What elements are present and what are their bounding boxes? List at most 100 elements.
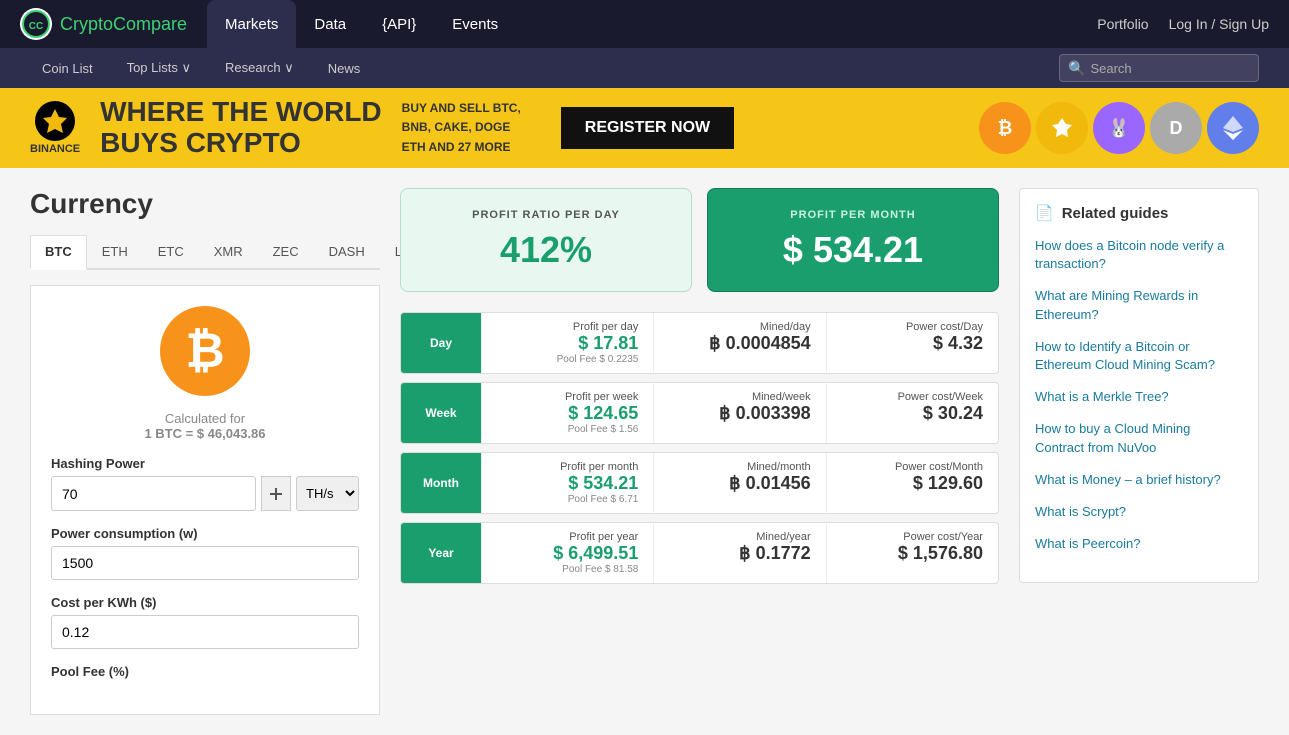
table-row: Day Profit per day $ 17.81 Pool Fee $ 0.… (400, 312, 999, 374)
logo-text: CryptoCompare (60, 14, 187, 35)
banner-sub-text: BUY AND SELL BTC,BNB, CAKE, DOGEETH AND … (402, 99, 521, 157)
eth-coin-icon (1207, 102, 1259, 154)
search-box[interactable]: 🔍 (1059, 54, 1259, 82)
nav-data[interactable]: Data (296, 0, 364, 48)
banner-headline-text: WHERE THE WORLD BUYS CRYPTO (100, 97, 382, 159)
login-signup-link[interactable]: Log In / Sign Up (1169, 16, 1269, 32)
sub-nav-research[interactable]: Research ∨ (213, 48, 306, 88)
center-panel: PROFIT RATIO PER DAY 412% PROFIT PER MON… (400, 188, 999, 715)
guides-container: How does a Bitcoin node verify a transac… (1035, 237, 1243, 553)
related-guides-title: 📄 Related guides (1035, 204, 1243, 222)
main-content: Currency BTC ETH ETC XMR ZEC DASH LTC ₿ … (0, 168, 1289, 735)
row-mined-cell: Mined/week ฿ 0.003398 (653, 383, 825, 443)
logo[interactable]: CC CryptoCompare (20, 8, 187, 40)
sub-nav-news[interactable]: News (316, 48, 373, 88)
row-power-cell: Power cost/Year $ 1,576.80 (826, 523, 998, 583)
row-period-label: Day (401, 313, 481, 373)
nav-markets[interactable]: Markets (207, 0, 296, 48)
tab-zec[interactable]: ZEC (258, 235, 314, 268)
cost-per-kwh-input[interactable] (51, 615, 359, 649)
row-mined-cell: Mined/day ฿ 0.0004854 (653, 313, 825, 373)
profit-month-value: $ 534.21 (728, 229, 978, 271)
nav-api[interactable]: {API} (364, 0, 434, 48)
power-consumption-label: Power consumption (w) (51, 526, 359, 541)
portfolio-link[interactable]: Portfolio (1097, 16, 1148, 32)
row-mined-cell: Mined/month ฿ 0.01456 (653, 453, 825, 513)
row-profit-cell: Profit per year $ 6,499.51 Pool Fee $ 81… (481, 523, 653, 583)
tab-btc[interactable]: BTC (30, 235, 87, 270)
tab-dash[interactable]: DASH (314, 235, 380, 268)
hashing-power-input[interactable] (51, 476, 256, 511)
nav-events[interactable]: Events (434, 0, 516, 48)
svg-text:CC: CC (29, 21, 43, 32)
guide-link[interactable]: How does a Bitcoin node verify a transac… (1035, 237, 1243, 273)
btc-icon-large: ₿ (160, 306, 250, 396)
profit-month-label: PROFIT PER MONTH (728, 209, 978, 221)
hashing-unit-select[interactable]: TH/s GH/s MH/s (296, 476, 359, 511)
row-period-label: Week (401, 383, 481, 443)
banner: BINANCE WHERE THE WORLD BUYS CRYPTO BUY … (0, 88, 1289, 168)
calc-rate: Calculated for 1 BTC = $ 46,043.86 (51, 411, 359, 441)
guide-link[interactable]: What is a Merkle Tree? (1035, 388, 1243, 406)
row-power-cell: Power cost/Week $ 30.24 (826, 383, 998, 443)
guide-link[interactable]: What is Money – a brief history? (1035, 471, 1243, 489)
register-now-button[interactable]: REGISTER NOW (561, 107, 734, 149)
table-row: Month Profit per month $ 534.21 Pool Fee… (400, 452, 999, 514)
row-period-label: Year (401, 523, 481, 583)
cost-per-kwh-label: Cost per KWh ($) (51, 595, 359, 610)
rabbit-coin-icon: 🐰 (1093, 102, 1145, 154)
binance-logo-icon (35, 101, 75, 141)
top-navigation: CC CryptoCompare Markets Data {API} Even… (0, 0, 1289, 48)
tab-xmr[interactable]: XMR (199, 235, 258, 268)
row-profit-cell: Profit per month $ 534.21 Pool Fee $ 6.7… (481, 453, 653, 513)
btc-coin-icon: ₿ (979, 102, 1031, 154)
guide-link[interactable]: What are Mining Rewards in Ethereum? (1035, 287, 1243, 323)
banner-headline: WHERE THE WORLD BUYS CRYPTO (100, 97, 382, 159)
banner-coins: ₿ 🐰 D (979, 102, 1259, 154)
related-guides: 📄 Related guides How does a Bitcoin node… (1019, 188, 1259, 583)
row-power-cell: Power cost/Month $ 129.60 (826, 453, 998, 513)
bnb-coin-icon (1036, 102, 1088, 154)
guide-link[interactable]: How to Identify a Bitcoin or Ethereum Cl… (1035, 338, 1243, 374)
profit-ratio-day-box: PROFIT RATIO PER DAY 412% (400, 188, 692, 292)
data-rows-container: Day Profit per day $ 17.81 Pool Fee $ 0.… (400, 312, 999, 584)
row-power-cell: Power cost/Day $ 4.32 (826, 313, 998, 373)
pool-fee-label: Pool Fee (%) (51, 664, 359, 679)
row-period-label: Month (401, 453, 481, 513)
row-mined-cell: Mined/year ฿ 0.1772 (653, 523, 825, 583)
currency-title: Currency (30, 188, 380, 220)
right-panel: 📄 Related guides How does a Bitcoin node… (1019, 188, 1259, 715)
top-nav-right: Portfolio Log In / Sign Up (1097, 16, 1269, 32)
power-consumption-input[interactable] (51, 546, 359, 580)
guide-link[interactable]: How to buy a Cloud Mining Contract from … (1035, 420, 1243, 456)
left-panel: Currency BTC ETH ETC XMR ZEC DASH LTC ₿ … (30, 188, 380, 715)
sub-nav-coinlist[interactable]: Coin List (30, 48, 105, 88)
banner-logo: BINANCE (30, 101, 80, 155)
table-row: Year Profit per year $ 6,499.51 Pool Fee… (400, 522, 999, 584)
top-nav-links: Markets Data {API} Events (207, 0, 1097, 48)
pool-fee-field: Pool Fee (%) (51, 664, 359, 679)
hashing-stepper[interactable] (261, 476, 291, 511)
hashing-power-field: Hashing Power TH/s GH/s MH/s (51, 456, 359, 511)
guide-link[interactable]: What is Scrypt? (1035, 503, 1243, 521)
profit-day-value: 412% (421, 229, 671, 271)
currency-tabs: BTC ETH ETC XMR ZEC DASH LTC (30, 235, 380, 270)
profit-summary-boxes: PROFIT RATIO PER DAY 412% PROFIT PER MON… (400, 188, 999, 292)
sub-navigation: Coin List Top Lists ∨ Research ∨ News 🔍 (0, 48, 1289, 88)
logo-icon: CC (20, 8, 52, 40)
tab-eth[interactable]: ETH (87, 235, 143, 268)
tab-etc[interactable]: ETC (143, 235, 199, 268)
profit-month-box: PROFIT PER MONTH $ 534.21 (707, 188, 999, 292)
profit-day-label: PROFIT RATIO PER DAY (421, 209, 671, 221)
row-profit-cell: Profit per week $ 124.65 Pool Fee $ 1.56 (481, 383, 653, 443)
row-profit-cell: Profit per day $ 17.81 Pool Fee $ 0.2235 (481, 313, 653, 373)
binance-logo-text: BINANCE (30, 143, 80, 155)
search-input[interactable] (1090, 61, 1260, 76)
cost-per-kwh-field: Cost per KWh ($) (51, 595, 359, 649)
sub-nav-toplists[interactable]: Top Lists ∨ (115, 48, 203, 88)
dash-coin-icon: D (1150, 102, 1202, 154)
calc-panel: ₿ Calculated for 1 BTC = $ 46,043.86 Has… (30, 285, 380, 715)
table-row: Week Profit per week $ 124.65 Pool Fee $… (400, 382, 999, 444)
guide-link[interactable]: What is Peercoin? (1035, 535, 1243, 553)
power-consumption-field: Power consumption (w) (51, 526, 359, 580)
